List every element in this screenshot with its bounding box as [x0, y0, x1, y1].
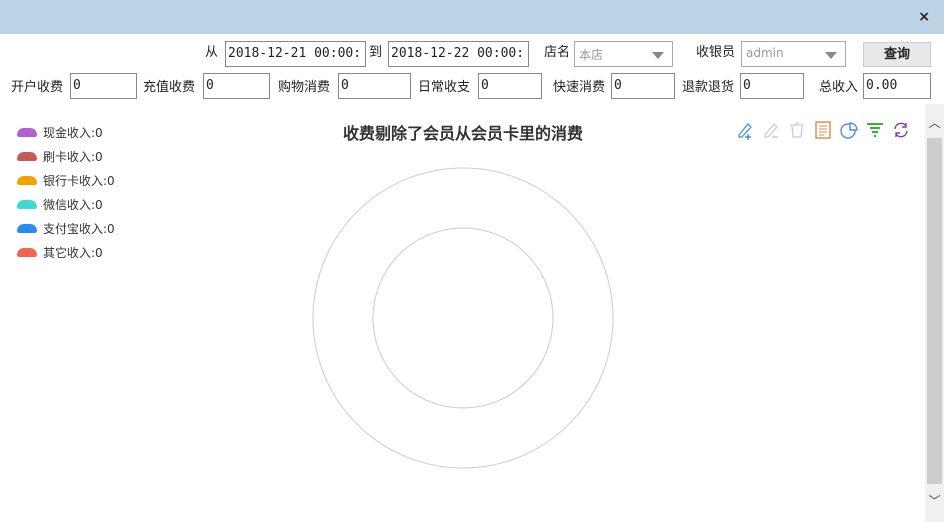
legend-swatch-icon [17, 247, 37, 257]
title-bar: × [0, 0, 944, 34]
close-icon[interactable]: × [918, 9, 930, 25]
scroll-down-icon[interactable]: ﹀ [925, 492, 944, 509]
store-value: 本店 [579, 48, 604, 62]
delete-icon[interactable] [788, 120, 806, 140]
legend-item[interactable]: 刷卡收入:0 [17, 144, 115, 168]
total-input[interactable]: 0 [70, 73, 137, 99]
total-label: 充值收费 [143, 80, 196, 95]
legend-label: 其它收入:0 [43, 245, 103, 260]
chevron-down-icon [652, 52, 664, 59]
total-input[interactable]: 0 [203, 73, 270, 99]
query-button[interactable]: 查询 [863, 42, 931, 67]
store-label: 店名 [544, 45, 571, 60]
store-select[interactable]: 本店 [574, 41, 673, 67]
refresh-icon[interactable] [892, 120, 910, 140]
remove-edit-icon[interactable] [762, 120, 780, 140]
cashier-value: admin [746, 46, 784, 60]
add-edit-icon[interactable] [736, 120, 754, 140]
to-date-input[interactable]: 2018-12-22 00:00: [388, 41, 529, 67]
legend-swatch-icon [17, 199, 37, 209]
pie-inner-ring [372, 227, 554, 409]
legend-label: 微信收入:0 [43, 197, 103, 212]
total-input[interactable]: 0 [478, 73, 542, 99]
report-icon[interactable] [814, 120, 832, 140]
legend-item[interactable]: 其它收入:0 [17, 240, 115, 264]
from-date-input[interactable]: 2018-12-21 00:00: [225, 41, 366, 67]
total-input[interactable]: 0 [740, 73, 804, 99]
legend-label: 银行卡收入:0 [43, 173, 115, 188]
scroll-up-icon[interactable]: ︿ [925, 114, 944, 131]
legend-swatch-icon [17, 223, 37, 233]
legend-label: 刷卡收入:0 [43, 149, 103, 164]
total-label: 购物消费 [278, 80, 331, 95]
legend-swatch-icon [17, 151, 37, 161]
pie-chart-icon[interactable] [840, 120, 858, 140]
to-label: 到 [369, 45, 383, 60]
legend-swatch-icon [17, 175, 37, 185]
filter-icon[interactable] [866, 120, 884, 140]
total-label: 退款退货 [682, 80, 735, 95]
legend-item[interactable]: 微信收入:0 [17, 192, 115, 216]
total-input[interactable]: 0 [611, 73, 675, 99]
pie-outer-ring [312, 167, 614, 469]
total-label: 总收入 [819, 80, 859, 95]
from-label: 从 [205, 45, 219, 60]
cashier-label: 收银员 [696, 45, 736, 60]
legend-label: 支付宝收入:0 [43, 221, 115, 236]
total-input[interactable]: 0 [338, 73, 411, 99]
cashier-select[interactable]: admin [741, 41, 846, 67]
total-label: 开户收费 [11, 80, 64, 95]
total-input[interactable]: 0.00 [863, 73, 931, 99]
chart-toolbar [736, 120, 910, 140]
total-label: 快速消费 [553, 80, 606, 95]
total-label: 日常收支 [418, 80, 471, 95]
pie-chart [312, 167, 614, 469]
chevron-down-icon [825, 52, 837, 59]
legend-item[interactable]: 支付宝收入:0 [17, 216, 115, 240]
legend-item[interactable]: 银行卡收入:0 [17, 168, 115, 192]
scrollbar-thumb[interactable] [927, 138, 942, 484]
